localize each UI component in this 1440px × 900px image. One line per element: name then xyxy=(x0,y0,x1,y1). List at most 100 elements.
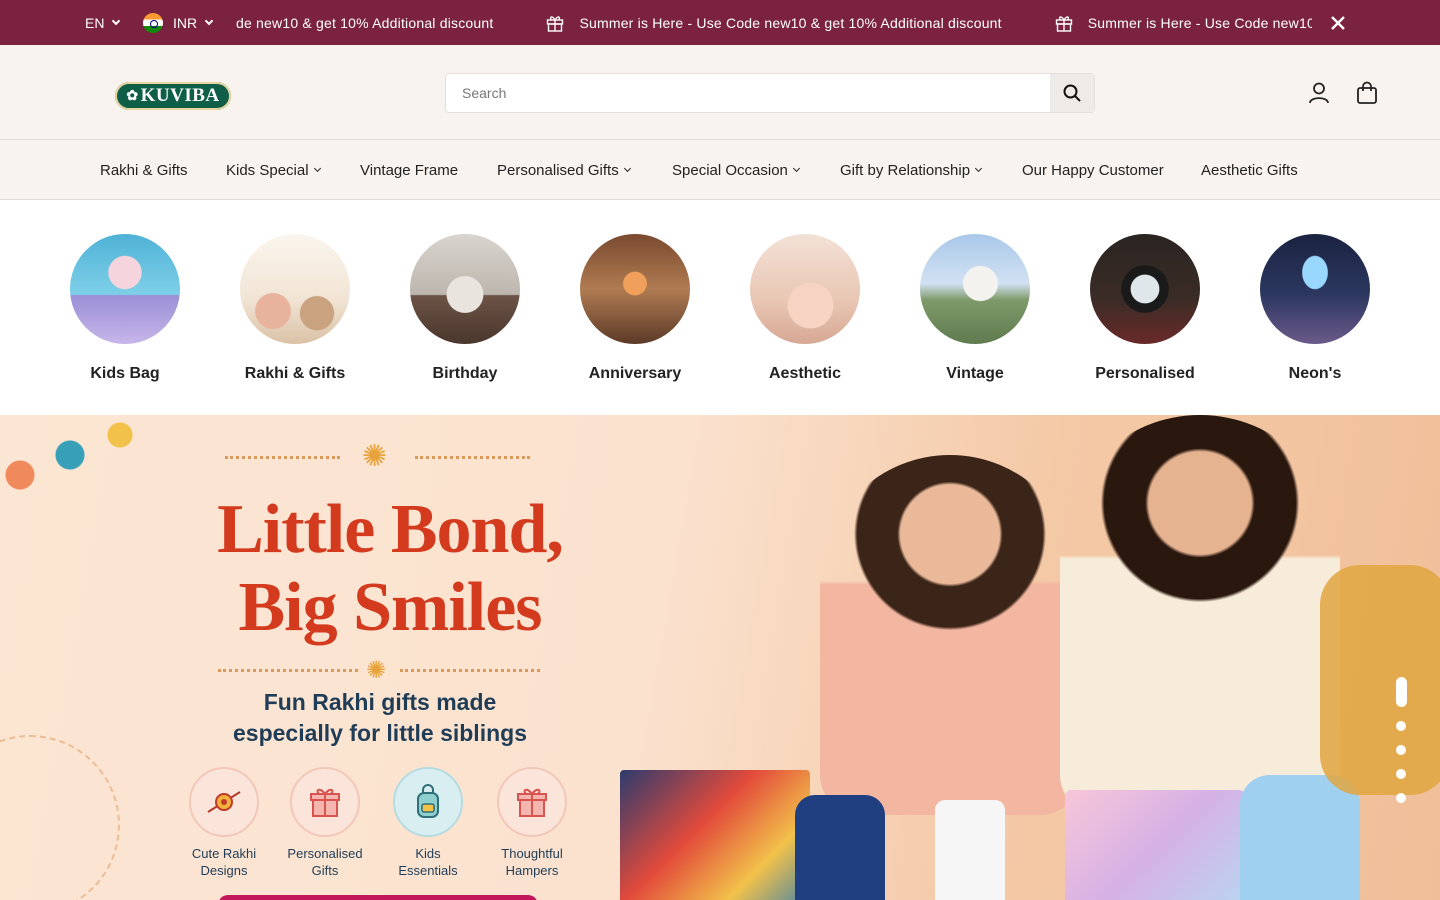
search-button[interactable] xyxy=(1050,74,1094,112)
close-icon[interactable] xyxy=(1327,12,1349,34)
india-flag-icon xyxy=(143,12,163,33)
category-personalised[interactable]: Personalised xyxy=(1075,234,1215,383)
gift-icon xyxy=(1055,15,1072,32)
site-logo[interactable]: ✿ KUVIBA xyxy=(115,82,231,110)
search-bar xyxy=(445,73,1095,113)
category-image xyxy=(750,234,860,344)
search-icon xyxy=(1063,84,1081,102)
account-icon[interactable] xyxy=(1306,80,1332,106)
feature-label-line-1: Kids xyxy=(415,846,441,861)
feature-thoughtful-hampers: Thoughtful Hampers xyxy=(482,767,582,879)
category-label: Kids Bag xyxy=(90,365,160,382)
main-nav: Rakhi & Gifts Kids Special Vintage Frame… xyxy=(0,140,1440,200)
nav-item-label: Personalised Gifts xyxy=(497,161,619,179)
decorative-divider xyxy=(400,669,540,672)
slide-dot-2[interactable] xyxy=(1396,721,1406,731)
logo-gift-icon: ✿ xyxy=(126,88,139,104)
category-aesthetic[interactable]: Aesthetic xyxy=(735,234,875,383)
category-label: Birthday xyxy=(432,365,498,382)
nav-item-kids-special[interactable]: Kids Special xyxy=(226,140,321,200)
currency-label: INR xyxy=(173,14,198,31)
feature-cute-rakhi: Cute Rakhi Designs xyxy=(174,767,274,879)
category-image xyxy=(70,234,180,344)
category-image xyxy=(920,234,1030,344)
hamper-icon xyxy=(497,767,567,837)
language-label: EN xyxy=(85,14,105,31)
chevron-down-icon xyxy=(975,164,983,173)
feature-label-line-1: Personalised xyxy=(287,846,363,861)
announcement-item: Summer is Here - Use Code new10 & xyxy=(1054,13,1312,33)
announcement-text: Summer is Here - Use Code new10 & xyxy=(1087,14,1312,31)
category-rakhi-gifts[interactable]: Rakhi & Gifts xyxy=(225,234,365,383)
nav-item-aesthetic-gifts[interactable]: Aesthetic Gifts xyxy=(1201,140,1298,200)
feature-label-line-2: Gifts xyxy=(311,863,339,878)
category-label: Rakhi & Gifts xyxy=(244,365,346,382)
feature-personalised-gifts: Personalised Gifts xyxy=(275,767,375,879)
tassel-decoration xyxy=(0,415,180,525)
announcement-text: Summer is Here - Use Code new10 & get 10… xyxy=(579,14,1002,31)
decorative-divider xyxy=(218,669,358,672)
cart-bag-icon[interactable] xyxy=(1354,80,1380,106)
category-anniversary[interactable]: Anniversary xyxy=(565,234,705,383)
chevron-down-icon xyxy=(313,164,321,173)
nav-item-rakhi-gifts[interactable]: Rakhi & Gifts xyxy=(100,140,188,200)
category-kids-bag[interactable]: Kids Bag xyxy=(55,234,195,383)
nav-item-label: Vintage Frame xyxy=(360,161,459,179)
category-birthday[interactable]: Birthday xyxy=(395,234,535,383)
slide-dot-4[interactable] xyxy=(1396,769,1406,779)
nav-item-personalised-gifts[interactable]: Personalised Gifts xyxy=(497,140,631,200)
category-strip: Kids Bag Rakhi & Gifts Birthday Annivers… xyxy=(0,200,1440,415)
site-header: ✿ KUVIBA xyxy=(0,45,1440,140)
category-image xyxy=(1090,234,1200,344)
slider-pagination xyxy=(1394,677,1408,817)
announcement-item: de new10 & get 10% Additional discount xyxy=(236,15,493,31)
hero-title-line-2: Big Smiles xyxy=(238,569,542,646)
hero-title-line-1: Little Bond, xyxy=(217,491,564,568)
slide-dot-5[interactable] xyxy=(1396,793,1406,803)
slide-dot-1[interactable] xyxy=(1395,677,1407,707)
nav-item-label: Aesthetic Gifts xyxy=(1201,161,1298,179)
announcement-bar: EN INR de new10 & get 10% Additional dis… xyxy=(0,0,1440,45)
slide-dot-3[interactable] xyxy=(1396,745,1406,755)
rakhi-icon xyxy=(189,767,259,837)
announcement-text: de new10 & get 10% Additional discount xyxy=(236,14,494,31)
feature-label-line-1: Cute Rakhi xyxy=(191,846,257,861)
nav-item-label: Our Happy Customer xyxy=(1022,161,1164,179)
category-image xyxy=(410,234,520,344)
language-selector[interactable]: EN xyxy=(85,0,121,45)
chevron-down-icon xyxy=(792,164,800,173)
category-image xyxy=(240,234,350,344)
announcement-marquee: de new10 & get 10% Additional discount S… xyxy=(236,0,1312,45)
gift-icon xyxy=(290,767,360,837)
category-image xyxy=(1260,234,1370,344)
gift-icon xyxy=(547,15,564,32)
category-image xyxy=(580,234,690,344)
nav-item-label: Gift by Relationship xyxy=(840,161,971,179)
feature-label-line-2: Essentials xyxy=(398,863,458,878)
currency-selector[interactable]: INR xyxy=(143,0,214,45)
hero-subtitle: Fun Rakhi gifts made especially for litt… xyxy=(180,687,580,749)
feature-label-line-2: Designs xyxy=(200,863,248,878)
hero-photo-kids xyxy=(620,415,1440,900)
category-neons[interactable]: Neon's xyxy=(1245,234,1385,383)
hero-subtitle-line-2: especially for little siblings xyxy=(233,720,527,746)
category-label: Vintage xyxy=(946,365,1004,382)
nav-item-label: Kids Special xyxy=(226,161,309,179)
feature-kids-essentials: Kids Essentials xyxy=(378,767,478,879)
flower-icon: ✺ xyxy=(366,657,387,684)
chevron-down-icon xyxy=(204,16,214,25)
nav-item-vintage-frame[interactable]: Vintage Frame xyxy=(360,140,458,200)
decorative-divider xyxy=(415,456,530,459)
shop-now-button[interactable] xyxy=(218,895,538,900)
category-label: Aesthetic xyxy=(768,365,842,382)
nav-item-label: Rakhi & Gifts xyxy=(100,161,188,179)
hero-banner[interactable]: ✺ Little Bond, Big Smiles ✺ Fun Rakhi gi… xyxy=(0,415,1440,900)
nav-item-gift-by-relationship[interactable]: Gift by Relationship xyxy=(840,140,983,200)
category-vintage[interactable]: Vintage xyxy=(905,234,1045,383)
nav-item-our-happy-customer[interactable]: Our Happy Customer xyxy=(1022,140,1164,200)
feature-label-line-2: Hampers xyxy=(505,863,559,878)
search-input[interactable] xyxy=(446,74,1051,112)
category-label: Personalised xyxy=(1095,365,1195,382)
nav-item-special-occasion[interactable]: Special Occasion xyxy=(672,140,800,200)
chevron-down-icon xyxy=(112,16,121,25)
